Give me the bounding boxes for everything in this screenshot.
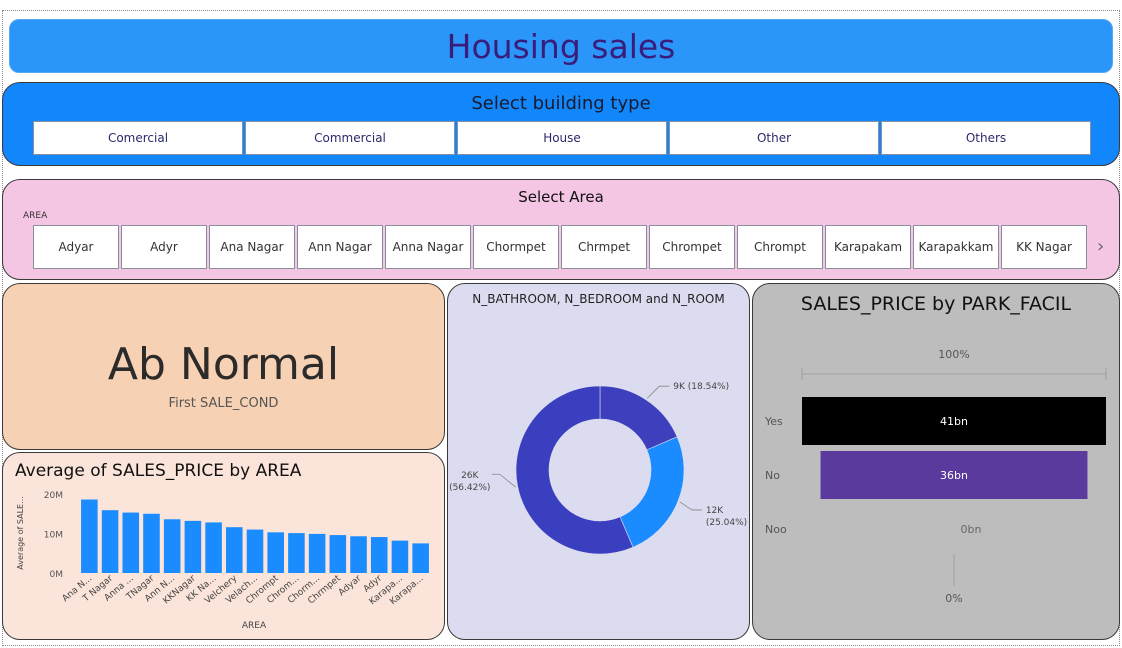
category-label: Yes xyxy=(764,415,783,428)
bar xyxy=(184,520,202,573)
bar xyxy=(288,533,305,573)
x-axis-title: AREA xyxy=(242,621,267,631)
donut-slice xyxy=(619,436,685,548)
card-label: First SALE_COND xyxy=(168,396,279,411)
bar xyxy=(350,536,367,573)
area-option[interactable]: Anna Nagar xyxy=(385,225,471,269)
data-label: 9K (18.54%) xyxy=(673,382,729,392)
area-option[interactable]: Chrompt xyxy=(737,225,823,269)
donut-chart-plot: 9K (18.54%) 12K (25.04%) 26K (56.42%) xyxy=(449,382,747,555)
area-option[interactable]: Ann Nagar xyxy=(297,225,383,269)
park-chart-plot: 100% 0% Yes 41bn No 36bn Noo 0bn xyxy=(764,348,1107,605)
bar xyxy=(226,527,243,573)
bar xyxy=(143,513,160,573)
area-slicer-header: AREA xyxy=(23,211,48,221)
data-label: 26K xyxy=(461,471,479,481)
building-option[interactable]: Others xyxy=(881,121,1091,155)
data-sublabel: (25.04%) xyxy=(706,518,747,528)
area-option[interactable]: Karapakkam xyxy=(913,225,999,269)
chevron-right-icon[interactable]: › xyxy=(1097,236,1104,257)
y-tick-label: 20M xyxy=(44,491,63,501)
area-slicer-title: Select Area xyxy=(518,188,604,206)
y-tick-label: 0M xyxy=(50,570,64,580)
bar xyxy=(391,540,409,573)
building-option[interactable]: Commercial xyxy=(245,121,455,155)
building-slicer-options: Comercial Commercial House Other Others xyxy=(33,121,1093,155)
title-banner: Housing sales xyxy=(9,19,1113,73)
y-tick-label: 10M xyxy=(44,531,63,541)
bar xyxy=(122,512,140,573)
y-axis-title: Average of SALE... xyxy=(16,496,25,570)
leader-line xyxy=(679,501,702,511)
category-label: No xyxy=(765,469,780,482)
bar xyxy=(246,529,264,573)
page-title: Housing sales xyxy=(446,26,676,66)
donut-slice xyxy=(599,385,678,451)
building-option[interactable]: Comercial xyxy=(33,121,243,155)
bar xyxy=(412,543,429,573)
category-label: Noo xyxy=(765,523,787,536)
bar xyxy=(163,519,181,573)
bar xyxy=(267,532,284,573)
bar xyxy=(205,522,222,573)
building-slicer-title: Select building type xyxy=(471,93,651,114)
building-option[interactable]: Other xyxy=(669,121,879,155)
leader-line xyxy=(491,473,516,488)
rooms-donut-chart: N_BATHROOM, N_BEDROOM and N_ROOM 9K (18.… xyxy=(447,283,750,640)
area-option[interactable]: Adyr xyxy=(121,225,207,269)
funnel-top-label: 100% xyxy=(938,348,969,361)
bar xyxy=(308,533,326,573)
x-tick-label: Adyar xyxy=(337,573,364,598)
area-bar-chart: Average of SALES_PRICE by AREA 20M 10M 0M A… xyxy=(2,452,445,640)
area-option[interactable]: Chormpet xyxy=(473,225,559,269)
area-option[interactable]: Karapakam xyxy=(825,225,911,269)
funnel-bottom-label: 0% xyxy=(945,592,962,605)
area-option[interactable]: KK Nagar xyxy=(1001,225,1087,269)
building-option[interactable]: House xyxy=(457,121,667,155)
bar xyxy=(329,535,347,573)
data-label: 36bn xyxy=(940,469,968,482)
bar xyxy=(370,537,388,573)
area-option[interactable]: Chrmpet xyxy=(561,225,647,269)
area-slicer-options: Adyar Adyr Ana Nagar Ann Nagar Anna Naga… xyxy=(33,225,1089,269)
leader-line xyxy=(647,385,670,399)
card-value: Ab Normal xyxy=(107,339,340,390)
sale-cond-card: Ab Normal First SALE_COND xyxy=(2,283,445,450)
bar xyxy=(101,510,119,573)
building-type-slicer: Select building type Comercial Commercia… xyxy=(2,82,1120,166)
area-slicer: Select Area AREA Adyar Adyr Ana Nagar An… xyxy=(2,179,1120,280)
area-option[interactable]: Ana Nagar xyxy=(209,225,295,269)
data-label: 41bn xyxy=(940,415,968,428)
area-option[interactable]: Chrompet xyxy=(649,225,735,269)
park-facil-chart: SALES_PRICE by PARK_FACIL 100% 0% Yes 41bn N… xyxy=(752,283,1120,640)
bar-chart-plot: 20M10M0MAverage of SALE...Ana N...T Naga… xyxy=(16,491,429,631)
data-label: 12K xyxy=(706,506,724,516)
bar xyxy=(81,499,98,573)
data-sublabel: (56.42%) xyxy=(449,483,490,493)
data-label: 0bn xyxy=(961,523,982,536)
area-option[interactable]: Adyar xyxy=(33,225,119,269)
